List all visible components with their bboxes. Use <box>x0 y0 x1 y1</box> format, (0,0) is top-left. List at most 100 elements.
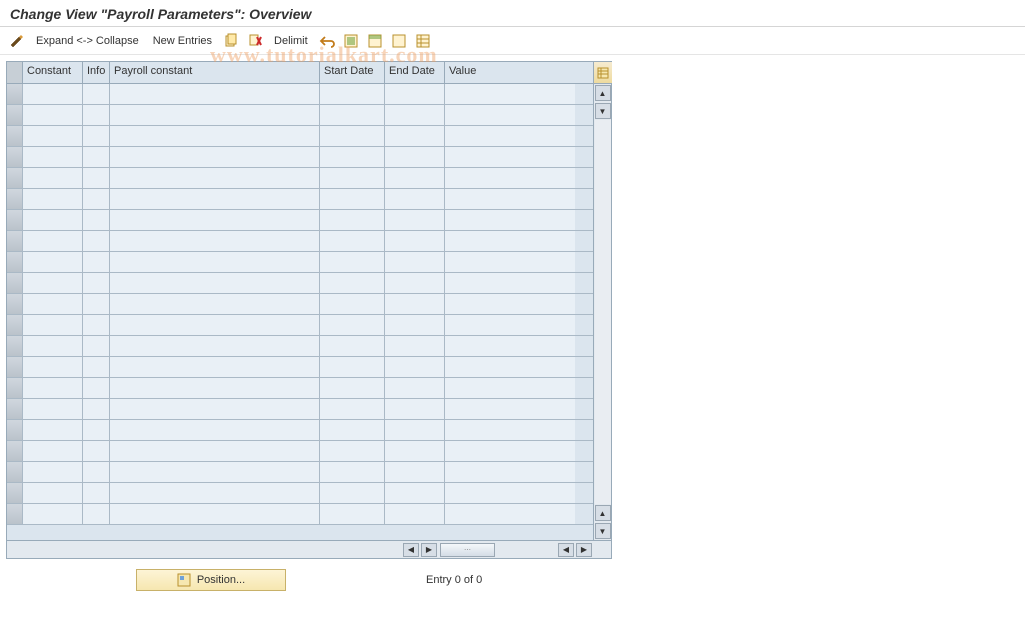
table-cell[interactable] <box>320 84 385 104</box>
table-row[interactable] <box>7 168 593 189</box>
table-cell[interactable] <box>445 84 575 104</box>
table-cell[interactable] <box>385 210 445 230</box>
table-cell[interactable] <box>110 483 320 503</box>
table-cell[interactable] <box>23 105 83 125</box>
table-cell[interactable] <box>110 168 320 188</box>
table-cell[interactable] <box>23 189 83 209</box>
table-row[interactable] <box>7 336 593 357</box>
table-cell[interactable] <box>110 357 320 377</box>
table-cell[interactable] <box>320 504 385 524</box>
table-cell[interactable] <box>83 210 110 230</box>
table-cell[interactable] <box>110 441 320 461</box>
table-row[interactable] <box>7 315 593 336</box>
table-cell[interactable] <box>23 252 83 272</box>
table-row[interactable] <box>7 483 593 504</box>
table-cell[interactable] <box>385 126 445 146</box>
scroll-left-icon[interactable]: ◀ <box>558 543 574 557</box>
table-cell[interactable] <box>83 378 110 398</box>
table-row[interactable] <box>7 504 593 525</box>
table-row[interactable] <box>7 462 593 483</box>
table-cell[interactable] <box>83 189 110 209</box>
table-cell[interactable] <box>23 210 83 230</box>
table-cell[interactable] <box>7 441 23 461</box>
hscroll-thumb[interactable]: ⋯ <box>440 543 495 557</box>
column-header-payroll-constant[interactable]: Payroll constant <box>110 62 320 83</box>
table-cell[interactable] <box>445 357 575 377</box>
scroll-down-bottom-icon[interactable]: ▼ <box>595 523 611 539</box>
table-cell[interactable] <box>320 294 385 314</box>
toggle-display-change-icon[interactable] <box>8 32 26 50</box>
table-cell[interactable] <box>110 189 320 209</box>
table-cell[interactable] <box>7 420 23 440</box>
scroll-down-icon[interactable]: ▼ <box>595 103 611 119</box>
table-cell[interactable] <box>445 336 575 356</box>
table-cell[interactable] <box>7 315 23 335</box>
table-settings-icon[interactable] <box>414 32 432 50</box>
table-cell[interactable] <box>320 483 385 503</box>
column-header-value[interactable]: Value <box>445 62 575 83</box>
table-cell[interactable] <box>320 210 385 230</box>
table-cell[interactable] <box>7 462 23 482</box>
table-row[interactable] <box>7 399 593 420</box>
table-cell[interactable] <box>110 126 320 146</box>
column-header-info[interactable]: Info <box>83 62 110 83</box>
table-cell[interactable] <box>110 378 320 398</box>
table-cell[interactable] <box>445 147 575 167</box>
table-row[interactable] <box>7 273 593 294</box>
new-entries-button[interactable]: New Entries <box>149 33 216 49</box>
table-cell[interactable] <box>445 399 575 419</box>
table-cell[interactable] <box>385 357 445 377</box>
table-cell[interactable] <box>320 168 385 188</box>
table-cell[interactable] <box>445 252 575 272</box>
table-cell[interactable] <box>385 336 445 356</box>
table-cell[interactable] <box>385 105 445 125</box>
table-cell[interactable] <box>320 189 385 209</box>
table-cell[interactable] <box>7 252 23 272</box>
table-cell[interactable] <box>110 147 320 167</box>
table-cell[interactable] <box>83 147 110 167</box>
table-cell[interactable] <box>110 294 320 314</box>
table-cell[interactable] <box>445 378 575 398</box>
table-cell[interactable] <box>445 105 575 125</box>
table-cell[interactable] <box>445 441 575 461</box>
select-all-icon[interactable] <box>342 32 360 50</box>
table-cell[interactable] <box>320 420 385 440</box>
table-cell[interactable] <box>385 294 445 314</box>
table-row[interactable] <box>7 210 593 231</box>
table-cell[interactable] <box>320 336 385 356</box>
table-cell[interactable] <box>110 231 320 251</box>
table-cell[interactable] <box>83 336 110 356</box>
table-cell[interactable] <box>385 189 445 209</box>
table-cell[interactable] <box>23 84 83 104</box>
table-cell[interactable] <box>385 231 445 251</box>
table-cell[interactable] <box>23 231 83 251</box>
table-cell[interactable] <box>445 315 575 335</box>
table-cell[interactable] <box>385 315 445 335</box>
table-cell[interactable] <box>23 294 83 314</box>
table-cell[interactable] <box>23 462 83 482</box>
table-cell[interactable] <box>7 273 23 293</box>
table-cell[interactable] <box>7 399 23 419</box>
table-row[interactable] <box>7 105 593 126</box>
scroll-up-bottom-icon[interactable]: ▲ <box>595 505 611 521</box>
select-block-icon[interactable] <box>366 32 384 50</box>
table-cell[interactable] <box>23 126 83 146</box>
table-row[interactable] <box>7 357 593 378</box>
table-cell[interactable] <box>110 84 320 104</box>
table-cell[interactable] <box>385 273 445 293</box>
table-cell[interactable] <box>83 462 110 482</box>
table-cell[interactable] <box>83 420 110 440</box>
table-cell[interactable] <box>23 378 83 398</box>
table-cell[interactable] <box>320 441 385 461</box>
column-header-end-date[interactable]: End Date <box>385 62 445 83</box>
table-cell[interactable] <box>110 210 320 230</box>
table-cell[interactable] <box>385 147 445 167</box>
table-cell[interactable] <box>445 483 575 503</box>
table-cell[interactable] <box>7 504 23 524</box>
table-cell[interactable] <box>320 399 385 419</box>
table-row[interactable] <box>7 231 593 252</box>
table-cell[interactable] <box>83 315 110 335</box>
deselect-all-icon[interactable] <box>390 32 408 50</box>
table-row[interactable] <box>7 294 593 315</box>
table-cell[interactable] <box>385 483 445 503</box>
